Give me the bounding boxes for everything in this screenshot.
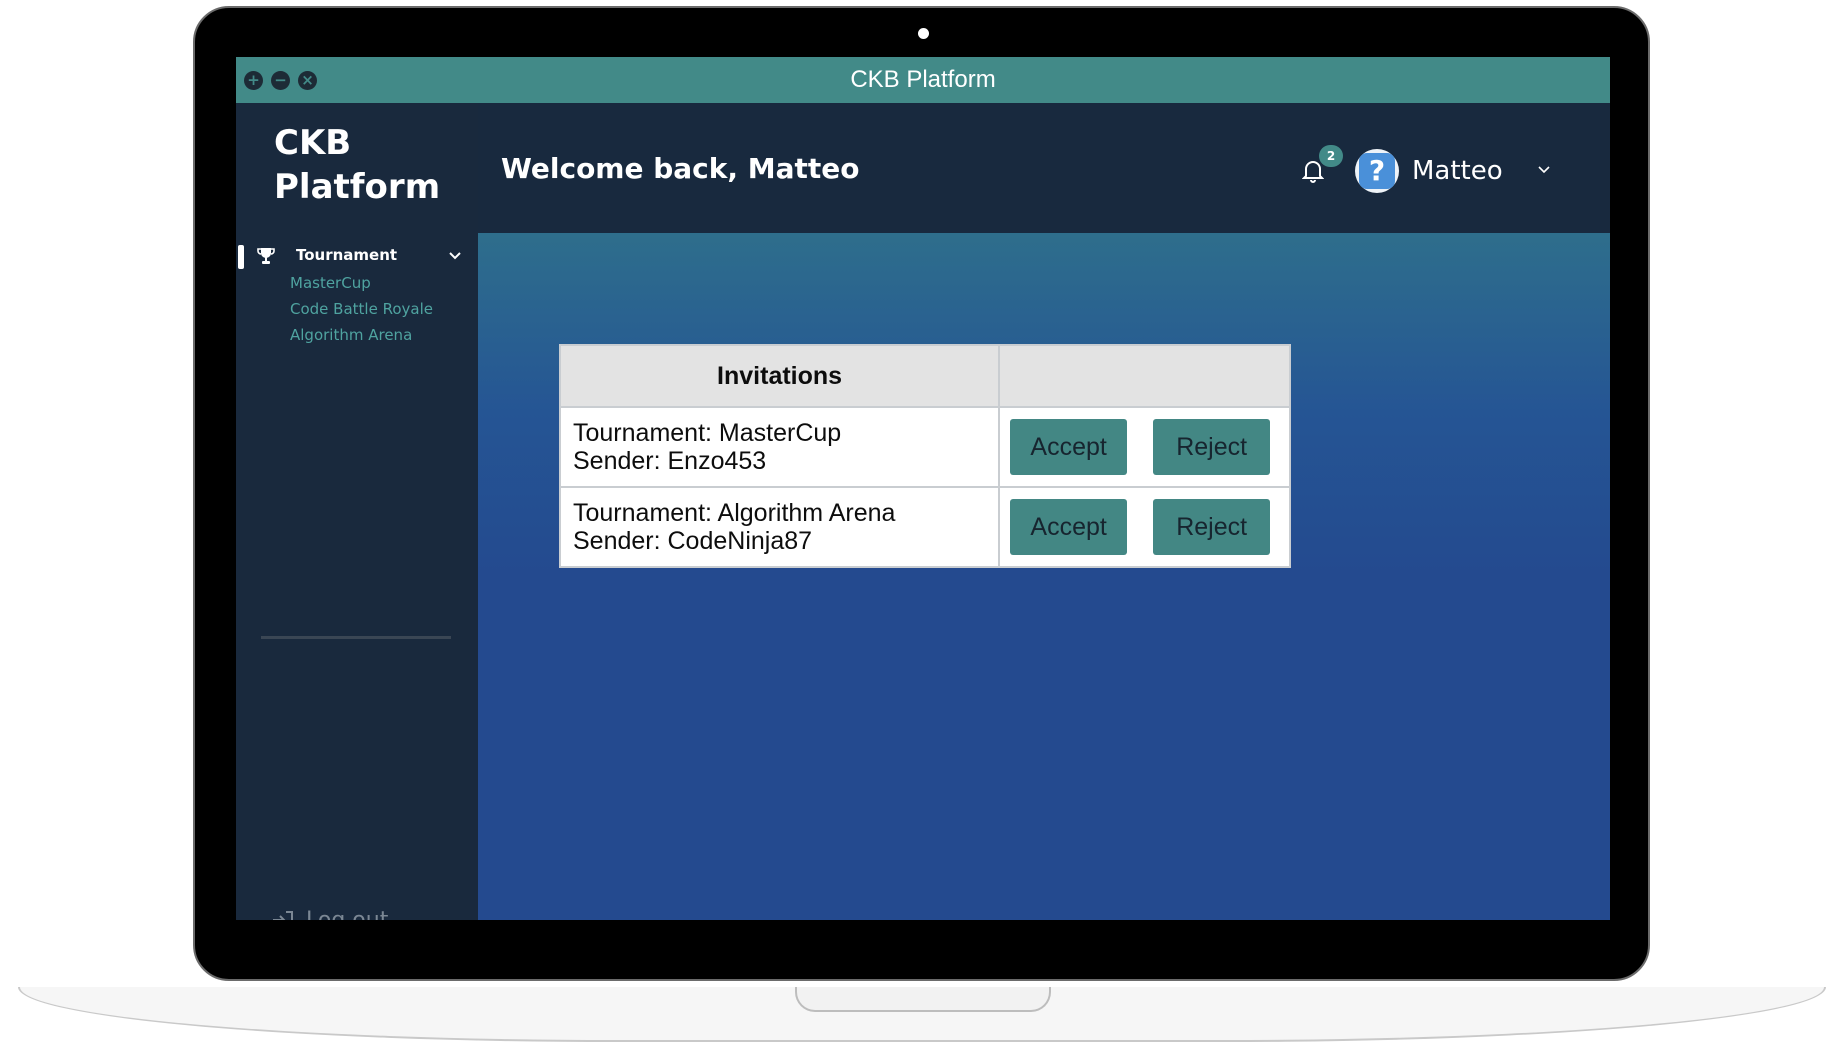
logout-icon xyxy=(273,911,293,920)
invitation-actions: Accept Reject xyxy=(998,406,1291,488)
brand-logo: CKB Platform xyxy=(274,121,440,209)
brand-line-2: Platform xyxy=(274,167,441,207)
accept-button[interactable]: Accept xyxy=(1010,499,1128,555)
invitation-actions: Accept Reject xyxy=(998,486,1291,568)
notification-badge: 2 xyxy=(1319,145,1343,167)
invitation-tournament: Tournament: MasterCup xyxy=(573,419,842,447)
sidebar: CKB Platform Tournament MasterCup Code B… xyxy=(236,103,478,920)
title-bar: CKB Platform + − × xyxy=(236,57,1610,103)
table-row: Tournament: MasterCup Sender: Enzo453 Ac… xyxy=(558,406,1291,488)
sidebar-subitem-code-battle-royale[interactable]: Code Battle Royale xyxy=(290,299,433,319)
main-content: Invitations Tournament: MasterCup Sender… xyxy=(478,233,1610,920)
window-title: CKB Platform xyxy=(850,66,996,93)
invitation-sender: Sender: CodeNinja87 xyxy=(573,527,813,555)
maximize-icon[interactable]: + xyxy=(244,71,263,90)
sidebar-subitem-algorithm-arena[interactable]: Algorithm Arena xyxy=(290,325,412,345)
laptop-notch xyxy=(795,987,1051,1012)
invitation-tournament: Tournament: Algorithm Arena xyxy=(573,499,896,527)
reject-button[interactable]: Reject xyxy=(1153,419,1271,475)
close-icon[interactable]: × xyxy=(298,71,317,90)
chevron-down-icon[interactable] xyxy=(1538,165,1550,175)
sidebar-subitem-mastercup[interactable]: MasterCup xyxy=(290,273,371,293)
logout-label: Log out xyxy=(306,907,389,921)
chevron-down-icon[interactable] xyxy=(448,249,462,263)
logout-button[interactable]: Log out xyxy=(272,905,388,920)
welcome-message: Welcome back, Matteo xyxy=(501,152,860,185)
actions-column-header xyxy=(998,344,1291,408)
top-header: Welcome back, Matteo 2 ? Matteo xyxy=(478,103,1610,233)
username-label[interactable]: Matteo xyxy=(1412,153,1503,189)
invitations-table: Invitations Tournament: MasterCup Sender… xyxy=(558,344,1291,568)
avatar[interactable]: ? xyxy=(1355,149,1399,193)
invitation-sender: Sender: Enzo453 xyxy=(573,447,767,475)
table-row: Tournament: Algorithm Arena Sender: Code… xyxy=(558,486,1291,568)
trophy-icon xyxy=(257,248,275,264)
invitations-column-header: Invitations xyxy=(558,344,1001,408)
reject-button[interactable]: Reject xyxy=(1153,499,1271,555)
camera-dot xyxy=(918,28,929,39)
table-header-row: Invitations xyxy=(558,344,1291,408)
invitation-info: Tournament: Algorithm Arena Sender: Code… xyxy=(558,486,1001,568)
sidebar-divider xyxy=(261,636,451,639)
accept-button[interactable]: Accept xyxy=(1010,419,1128,475)
brand-line-1: CKB xyxy=(274,123,352,163)
minimize-icon[interactable]: − xyxy=(271,71,290,90)
active-nav-indicator xyxy=(238,245,244,269)
sidebar-item-tournament[interactable]: Tournament xyxy=(296,245,397,265)
app-window: CKB Platform + − × CKB Platform Tourname… xyxy=(236,57,1610,920)
invitation-info: Tournament: MasterCup Sender: Enzo453 xyxy=(558,406,1001,488)
help-avatar-icon: ? xyxy=(1359,153,1395,189)
